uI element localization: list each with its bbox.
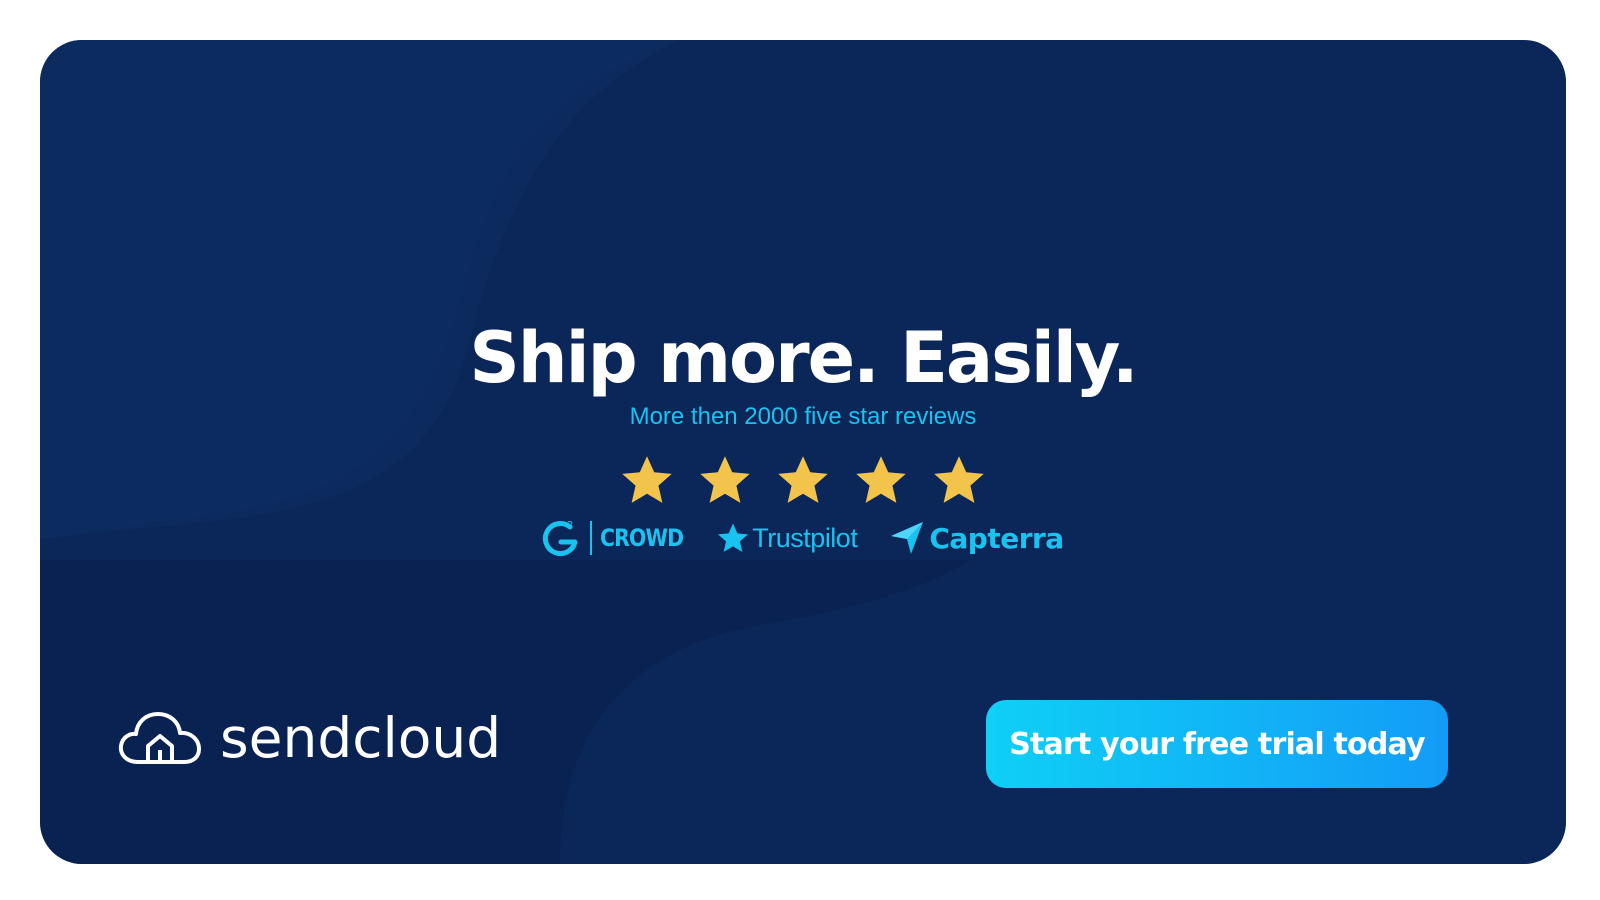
- star-icon: [778, 456, 828, 503]
- g2-logo-icon: 2: [543, 520, 578, 556]
- star-rating: [40, 452, 1566, 508]
- star-icon: [856, 456, 906, 503]
- capterra-text: Capterra: [929, 521, 1064, 555]
- star-icon: [934, 456, 984, 503]
- star-icon: [700, 456, 750, 503]
- g2-crowd-text: CROWD: [600, 524, 684, 552]
- star-icon: [622, 456, 672, 503]
- svg-text:2: 2: [567, 520, 573, 531]
- cloud-logo-icon: [118, 712, 201, 764]
- capterra-logo: Capterra: [889, 520, 1064, 556]
- review-site-logos: 2 CROWD Trustpilot Capterra: [40, 518, 1566, 558]
- brand-name: sendcloud: [220, 706, 502, 770]
- trustpilot-logo: Trustpilot: [716, 521, 858, 555]
- review-count-text: More then 2000 five star reviews: [629, 403, 977, 430]
- promo-banner: Ship more. Easily. More then 2000 five s…: [40, 40, 1566, 864]
- trustpilot-star-icon: [718, 523, 749, 552]
- start-free-trial-button[interactable]: Start your free trial today: [986, 700, 1448, 788]
- headline: Ship more. Easily.: [469, 317, 1138, 399]
- logo-divider: [590, 521, 593, 555]
- trustpilot-text: Trustpilot: [752, 522, 858, 553]
- sendcloud-logo: sendcloud: [118, 706, 501, 770]
- capterra-arrow-icon: [891, 522, 924, 554]
- g2-crowd-logo: 2 CROWD: [542, 518, 684, 558]
